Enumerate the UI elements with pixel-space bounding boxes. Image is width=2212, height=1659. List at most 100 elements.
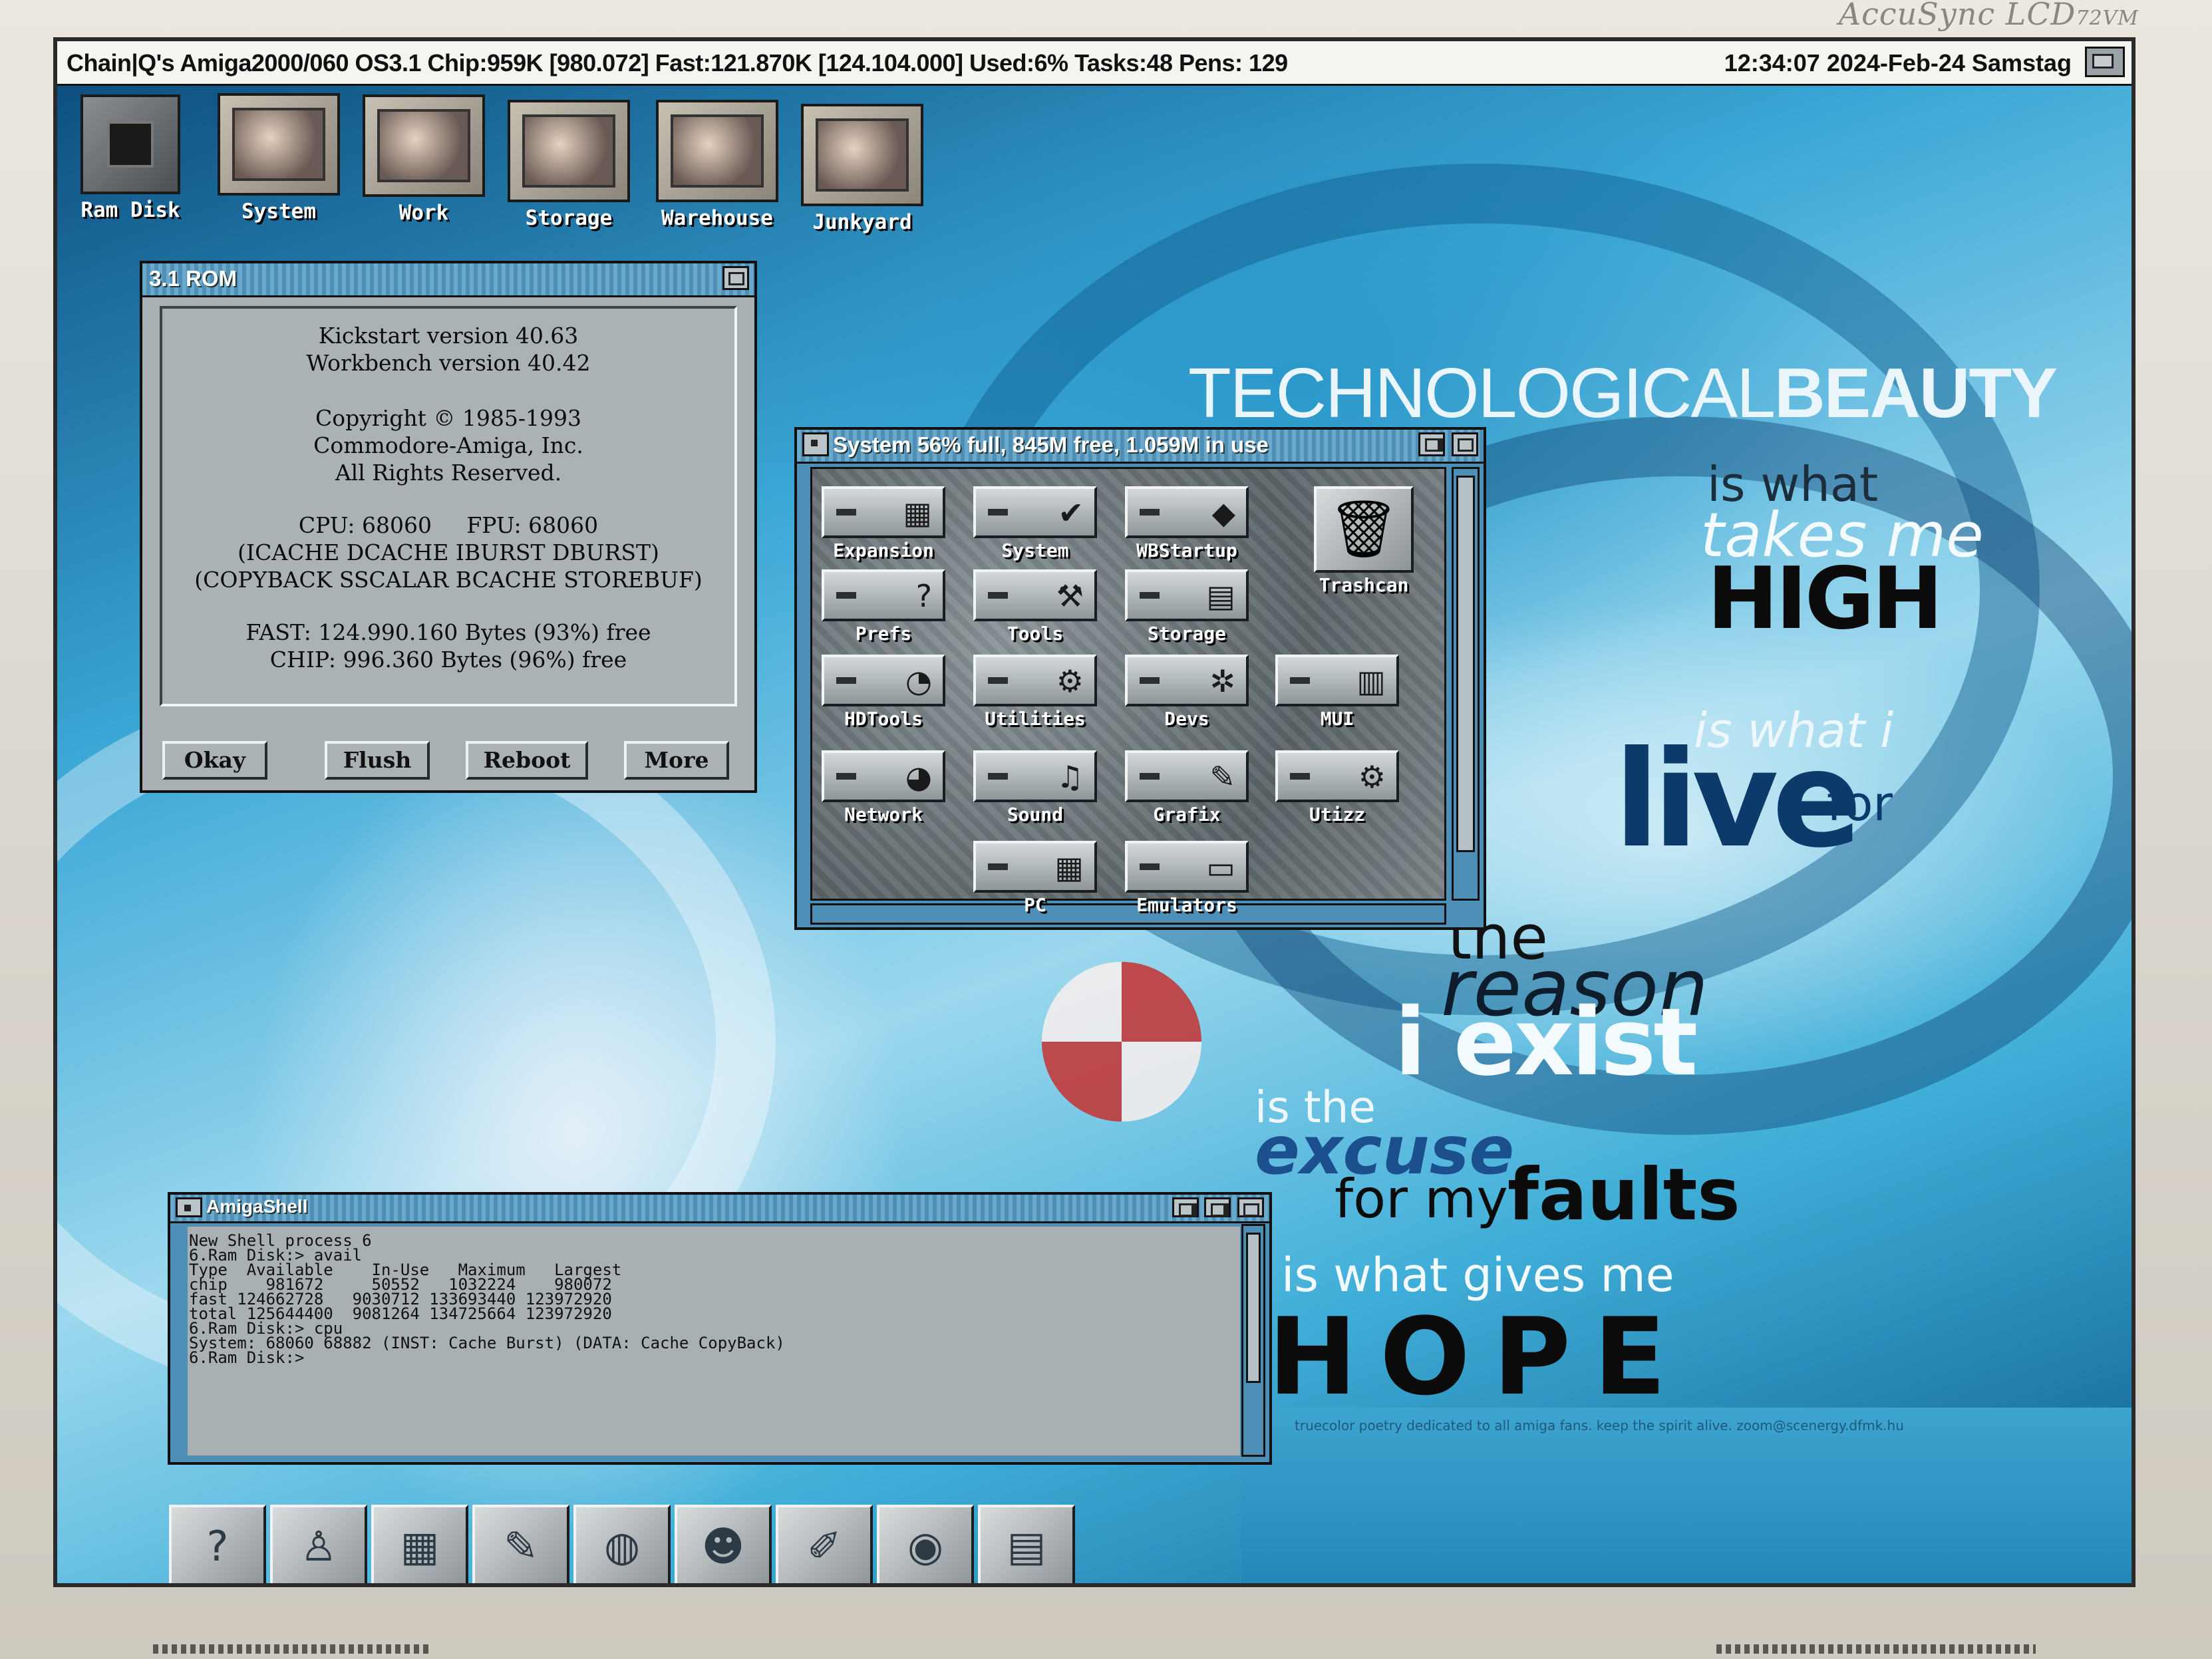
- poster-line: for my: [1335, 1168, 1508, 1230]
- drawer-icon: ⚙: [973, 655, 1097, 706]
- drawer-glyph: ◔: [905, 663, 932, 699]
- drive-storage[interactable]: Storage: [499, 100, 639, 230]
- zoom-gadget[interactable]: [1172, 1197, 1199, 1217]
- drawer-icon-tools[interactable]: ⚒ Tools: [969, 569, 1102, 645]
- scroll-knob[interactable]: [1456, 476, 1475, 852]
- drawer-icon: ▤: [1125, 569, 1249, 621]
- screen-title-bar[interactable]: Chain|Q's Amiga2000/060 OS3.1 Chip:959K …: [57, 41, 2132, 86]
- eye-icon[interactable]: ◉: [877, 1505, 974, 1583]
- drawer-label: Network: [844, 804, 923, 826]
- close-gadget[interactable]: [802, 432, 829, 456]
- hard-disk-icon: [656, 100, 778, 202]
- system-drawer-window[interactable]: System 56% full, 845M free, 1.059M in us…: [794, 427, 1486, 930]
- drawer-icon: ?: [822, 569, 945, 621]
- drawer-label: System: [1001, 539, 1069, 561]
- monitor-vent: [1716, 1644, 2036, 1654]
- about-title: 3.1 ROM: [149, 266, 237, 291]
- more-button[interactable]: More: [624, 741, 729, 780]
- drawer-icon-hdtools[interactable]: ◔ HDTools: [817, 655, 950, 730]
- cpu-fpu-line: CPU: 68060 FPU: 68060: [298, 512, 599, 538]
- boing-ball: [1042, 962, 1201, 1122]
- drawer-label: WBStartup: [1136, 539, 1237, 561]
- help-icon[interactable]: ?: [169, 1505, 266, 1583]
- trashcan-label: Trashcan: [1319, 574, 1409, 596]
- drawer-label: Prefs: [855, 623, 912, 645]
- drawer-icon-network[interactable]: ◕ Network: [817, 750, 950, 826]
- trashcan-icon[interactable]: 🗑 Trashcan: [1297, 486, 1430, 596]
- reboot-button[interactable]: Reboot: [466, 741, 588, 780]
- depth-gadget[interactable]: [722, 266, 749, 290]
- drawer-icon-expansion[interactable]: ▦ Expansion: [817, 486, 950, 561]
- creature-icon[interactable]: ☻: [675, 1505, 772, 1583]
- drawer-label: Utizz: [1309, 804, 1366, 826]
- drawer-icon-storage[interactable]: ▤ Storage: [1120, 569, 1253, 645]
- zoom-gadget[interactable]: [1418, 432, 1445, 456]
- poster-line: HIGH: [1707, 549, 1943, 649]
- user-icon[interactable]: ♙: [270, 1505, 367, 1583]
- clock-text: 12:34:07 2024-Feb-24 Samstag: [1724, 49, 2072, 76]
- drawer-icon: ♫: [973, 750, 1097, 802]
- drawer-icon-devs[interactable]: ✲ Devs: [1120, 655, 1253, 730]
- drawer-icon-system[interactable]: ✔ System: [969, 486, 1102, 561]
- drive-junkyard[interactable]: Junkyard: [789, 104, 935, 234]
- drawer-icon-pc[interactable]: ▦ PC: [969, 841, 1102, 916]
- vertical-scrollbar[interactable]: [1452, 467, 1480, 901]
- drawer-icon-sound[interactable]: ♫ Sound: [969, 750, 1102, 826]
- shell-console[interactable]: New Shell process 6 6.Ram Disk:> avail Typ…: [188, 1227, 1240, 1455]
- hard-disk-icon: [508, 100, 630, 202]
- drawer-icon-utizz[interactable]: ⚙ Utizz: [1271, 750, 1404, 826]
- monitor-bezel: AccuSync LCD72VM truecolor poetry dedica…: [0, 0, 2212, 1659]
- depth-gadget[interactable]: [1237, 1197, 1264, 1217]
- wallpaper-tagline: truecolor poetry dedicated to all amiga …: [1295, 1418, 1904, 1433]
- drive-label: System: [241, 200, 316, 224]
- drawer-icon-emulators[interactable]: ▭ Emulators: [1120, 841, 1253, 916]
- editor-icon[interactable]: ✎: [472, 1505, 569, 1583]
- drive-warehouse[interactable]: Warehouse: [644, 100, 790, 230]
- drawer-glyph: ✲: [1209, 663, 1235, 699]
- scroll-knob[interactable]: [1246, 1233, 1261, 1383]
- drawer-icon-wbstartup[interactable]: ◆ WBStartup: [1120, 486, 1253, 561]
- drawer-glyph: ⚙: [1358, 759, 1386, 795]
- drawer-icon: ⚒: [973, 569, 1097, 621]
- hard-disk-icon: [218, 93, 340, 196]
- drawer-icon-mui[interactable]: ▥ MUI: [1271, 655, 1404, 730]
- drawer-label: Utilities: [985, 708, 1086, 730]
- close-gadget[interactable]: [176, 1197, 202, 1217]
- drive-system[interactable]: System: [209, 93, 349, 224]
- screen-depth-gadget[interactable]: [2085, 47, 2125, 77]
- poster-line: faults: [1507, 1153, 1740, 1237]
- globe-icon[interactable]: ◍: [573, 1505, 671, 1583]
- drive-ram-disk[interactable]: Ram Disk: [64, 94, 197, 222]
- flush-button[interactable]: Flush: [325, 741, 430, 780]
- chip-memory: CHIP: 996.360 Bytes (96%) free: [269, 647, 627, 673]
- drawer-glyph: ▥: [1356, 663, 1386, 699]
- okay-button[interactable]: Okay: [162, 741, 267, 780]
- depth-gadget[interactable]: [1452, 432, 1478, 456]
- amigashell-window[interactable]: AmigaShell New Shell process 6 6.Ram Disk…: [168, 1192, 1272, 1465]
- drawer-glyph: ♫: [1056, 759, 1084, 795]
- drawer-icon: ◆: [1125, 486, 1249, 538]
- about-title-bar[interactable]: 3.1 ROM: [142, 263, 754, 297]
- paint-icon[interactable]: ✐: [776, 1505, 873, 1583]
- poster-line: for: [1827, 776, 1893, 831]
- drive-work[interactable]: Work: [354, 94, 494, 225]
- system-title-bar[interactable]: System 56% full, 845M free, 1.059M in us…: [797, 430, 1484, 464]
- drawer-icon-utilities[interactable]: ⚙ Utilities: [969, 655, 1102, 730]
- drawer-glyph: ✔: [1058, 495, 1084, 531]
- film-icon[interactable]: ▤: [978, 1505, 1075, 1583]
- drawer-icon-prefs[interactable]: ? Prefs: [817, 569, 950, 645]
- table-icon[interactable]: ▦: [371, 1505, 468, 1583]
- poster-headline: TECHNOLOGICALBEAUTY: [1188, 354, 2058, 432]
- drawer-glyph: ⚙: [1056, 663, 1084, 699]
- wallpaper-band: [1241, 1408, 2132, 1583]
- about-window[interactable]: 3.1 ROM Kickstart version 40.63 Workbenc…: [140, 261, 757, 793]
- drawer-icon-grafix[interactable]: ✎ Grafix: [1120, 750, 1253, 826]
- shell-title-bar[interactable]: AmigaShell: [170, 1195, 1269, 1223]
- drawer-label: PC: [1024, 894, 1046, 916]
- drawer-icon: ✲: [1125, 655, 1249, 706]
- vertical-scrollbar[interactable]: [1241, 1224, 1265, 1457]
- fast-memory: FAST: 124.990.160 Bytes (93%) free: [245, 619, 651, 645]
- iconify-gadget[interactable]: [1204, 1197, 1231, 1217]
- drawer-icon: ◕: [822, 750, 945, 802]
- drawer-icon: ▦: [973, 841, 1097, 893]
